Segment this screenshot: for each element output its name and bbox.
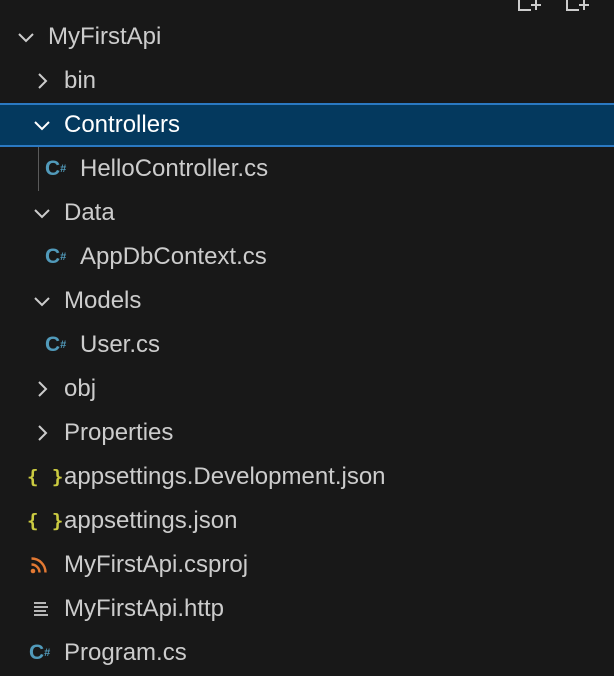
new-folder-icon[interactable] [564, 0, 594, 14]
json-file-icon: { } [27, 510, 65, 532]
tree-item-csproj[interactable]: MyFirstApi.csproj [0, 543, 614, 587]
tree-item-user[interactable]: C # User.cs [0, 323, 614, 367]
text-lines-icon [32, 596, 50, 622]
tree-item-program[interactable]: C # Program.cs [0, 631, 614, 675]
indent-guide [38, 147, 39, 191]
tree-item-label: MyFirstApi [48, 23, 162, 50]
csharp-file-icon: C # [45, 245, 66, 268]
chevron-down-icon[interactable] [32, 291, 52, 311]
tree-item-http[interactable]: MyFirstApi.http [0, 587, 614, 631]
new-file-icon[interactable] [516, 0, 546, 14]
chevron-down-icon[interactable] [16, 27, 36, 47]
csharp-file-icon: C # [45, 157, 66, 180]
tree-item-data[interactable]: Data [0, 191, 614, 235]
tree-item-label: MyFirstApi.csproj [64, 551, 249, 578]
tree-item-label: bin [64, 67, 97, 94]
explorer-header-actions [516, 0, 594, 14]
json-file-icon: { } [27, 466, 65, 488]
tree-item-label: appsettings.Development.json [64, 463, 386, 490]
chevron-right-icon[interactable] [32, 379, 52, 399]
tree-item-bin[interactable]: bin [0, 59, 614, 103]
tree-item-myfirstapi[interactable]: MyFirstApi [0, 15, 614, 59]
chevron-down-icon[interactable] [32, 115, 52, 135]
tree-item-controllers[interactable]: Controllers [0, 103, 614, 147]
explorer-tree: MyFirstApi bin Controllers C # HelloContr… [0, 15, 614, 675]
tree-item-label: AppDbContext.cs [80, 243, 267, 270]
chevron-right-icon[interactable] [32, 423, 52, 443]
tree-item-label: obj [64, 375, 97, 402]
tree-item-appsettings[interactable]: { } appsettings.json [0, 499, 614, 543]
tree-item-hellocontroller[interactable]: C # HelloController.cs [0, 147, 614, 191]
tree-item-appdbcontext[interactable]: C # AppDbContext.cs [0, 235, 614, 279]
tree-item-label: Models [64, 287, 142, 314]
tree-item-appsettings-development[interactable]: { } appsettings.Development.json [0, 455, 614, 499]
tree-item-label: Controllers [64, 111, 181, 138]
csharp-file-icon: C # [29, 641, 50, 664]
tree-item-label: MyFirstApi.http [64, 595, 225, 622]
tree-item-label: Program.cs [64, 639, 187, 666]
tree-item-label: Data [64, 199, 115, 226]
tree-item-label: User.cs [80, 331, 161, 358]
tree-item-obj[interactable]: obj [0, 367, 614, 411]
chevron-down-icon[interactable] [32, 203, 52, 223]
csharp-file-icon: C # [45, 333, 66, 356]
explorer-header-strip [0, 0, 614, 14]
tree-item-label: Properties [64, 419, 174, 446]
tree-item-properties[interactable]: Properties [0, 411, 614, 455]
tree-item-label: HelloController.cs [80, 155, 269, 182]
chevron-right-icon[interactable] [32, 71, 52, 91]
rss-icon [30, 552, 48, 578]
tree-item-models[interactable]: Models [0, 279, 614, 323]
tree-item-label: appsettings.json [64, 507, 238, 534]
